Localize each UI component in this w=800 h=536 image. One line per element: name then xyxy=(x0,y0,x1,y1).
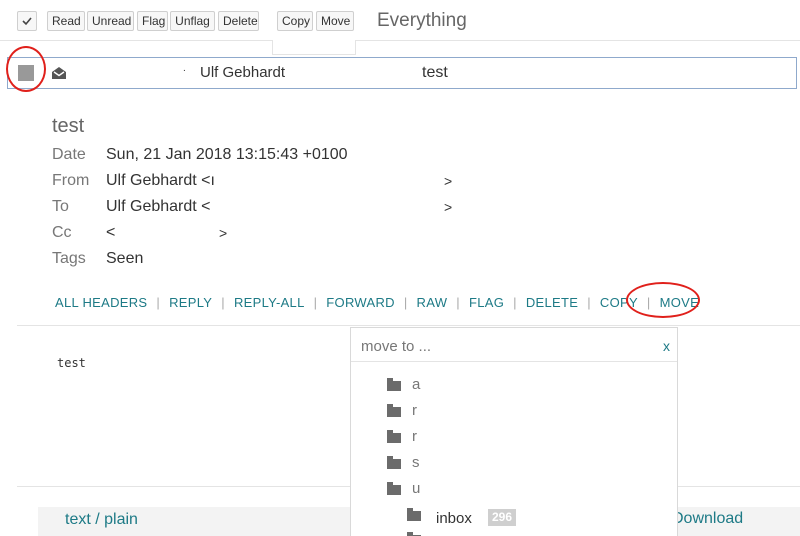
header-date-label: Date xyxy=(52,146,86,163)
action-separator: | xyxy=(456,295,460,310)
close-icon[interactable]: x xyxy=(663,338,670,354)
move-to-input[interactable]: move to ... xyxy=(361,338,431,355)
reply-link[interactable]: REPLY xyxy=(169,295,212,310)
flag-button[interactable]: Flag xyxy=(137,11,168,31)
header-cc-value: < xyxy=(106,224,116,241)
header-from-close: > xyxy=(444,173,453,189)
folder-item[interactable]: r xyxy=(412,402,417,419)
read-button[interactable]: Read xyxy=(47,11,85,31)
unflag-button[interactable]: Unflag xyxy=(170,11,215,31)
attachment-download-link[interactable]: Download xyxy=(672,510,743,528)
checkmark-icon xyxy=(22,17,32,26)
folder-icon xyxy=(387,378,401,391)
folder-icon xyxy=(387,404,401,417)
move-button[interactable]: Move xyxy=(316,11,354,31)
header-tags-value: Seen xyxy=(106,250,144,267)
unread-button[interactable]: Unread xyxy=(87,11,134,31)
action-separator: | xyxy=(313,295,318,310)
inbox-count-badge: 296 xyxy=(488,509,517,526)
message-subject: test xyxy=(52,115,85,137)
folder-icon xyxy=(387,456,401,469)
header-to-value: Ulf Gebhardt < xyxy=(106,198,211,215)
move-annotation-circle xyxy=(626,282,700,318)
delete-link[interactable]: DELETE xyxy=(526,295,578,310)
copy-button[interactable]: Copy xyxy=(277,11,313,31)
row-dot: . xyxy=(183,63,186,74)
select-all-button[interactable] xyxy=(17,11,37,31)
folder-item[interactable]: s xyxy=(412,454,420,471)
row-from: Ulf Gebhardt xyxy=(200,64,286,81)
header-to-close: > xyxy=(444,199,453,215)
action-separator: | xyxy=(156,295,161,310)
message-body: test xyxy=(57,356,86,370)
toolbar-handle[interactable] xyxy=(272,40,356,55)
folder-item[interactable]: u xyxy=(412,480,420,497)
message-row[interactable]: . Ulf Gebhardt test xyxy=(7,57,797,89)
folder-item-inbox[interactable]: inbox xyxy=(436,510,472,527)
attachment-type-link[interactable]: text / plain xyxy=(65,511,138,529)
folder-icon xyxy=(387,430,401,443)
header-from-value: Ulf Gebhardt <ı xyxy=(106,172,215,189)
header-cc-label: Cc xyxy=(52,224,72,241)
folder-icon xyxy=(407,508,421,521)
folder-item[interactable]: a xyxy=(412,376,420,393)
action-separator: | xyxy=(403,295,408,310)
folder-icon xyxy=(387,482,401,495)
raw-link[interactable]: RAW xyxy=(417,295,448,310)
header-date-value: Sun, 21 Jan 2018 13:15:43 +0100 xyxy=(106,146,348,163)
delete-button[interactable]: Delete xyxy=(218,11,259,31)
header-to-label: To xyxy=(52,198,69,215)
action-separator: | xyxy=(513,295,517,310)
body-divider xyxy=(17,325,800,326)
move-to-search[interactable]: move to ... x xyxy=(351,328,677,362)
action-separator: | xyxy=(221,295,225,310)
header-tags-label: Tags xyxy=(52,250,86,267)
header-cc-close: > xyxy=(219,225,228,241)
action-separator: | xyxy=(587,295,591,310)
toolbar-divider xyxy=(0,40,800,41)
row-subject: test xyxy=(422,64,448,81)
envelope-open-icon xyxy=(52,67,66,79)
forward-link[interactable]: FORWARD xyxy=(326,295,395,310)
reply-all-link[interactable]: REPLY-ALL xyxy=(234,295,305,310)
header-from-label: From xyxy=(52,172,90,189)
folder-item[interactable]: r xyxy=(412,428,417,445)
checkbox-annotation-circle xyxy=(6,46,46,92)
all-headers-link[interactable]: ALL HEADERS xyxy=(55,295,147,310)
flag-link[interactable]: FLAG xyxy=(469,295,504,310)
context-title: Everything xyxy=(377,10,467,31)
message-actions: ALL HEADERS | REPLY | REPLY-ALL | FORWARD | RAW |… xyxy=(55,295,699,310)
move-to-popup: move to ... x a r r s u inbox 296 xyxy=(350,327,678,536)
